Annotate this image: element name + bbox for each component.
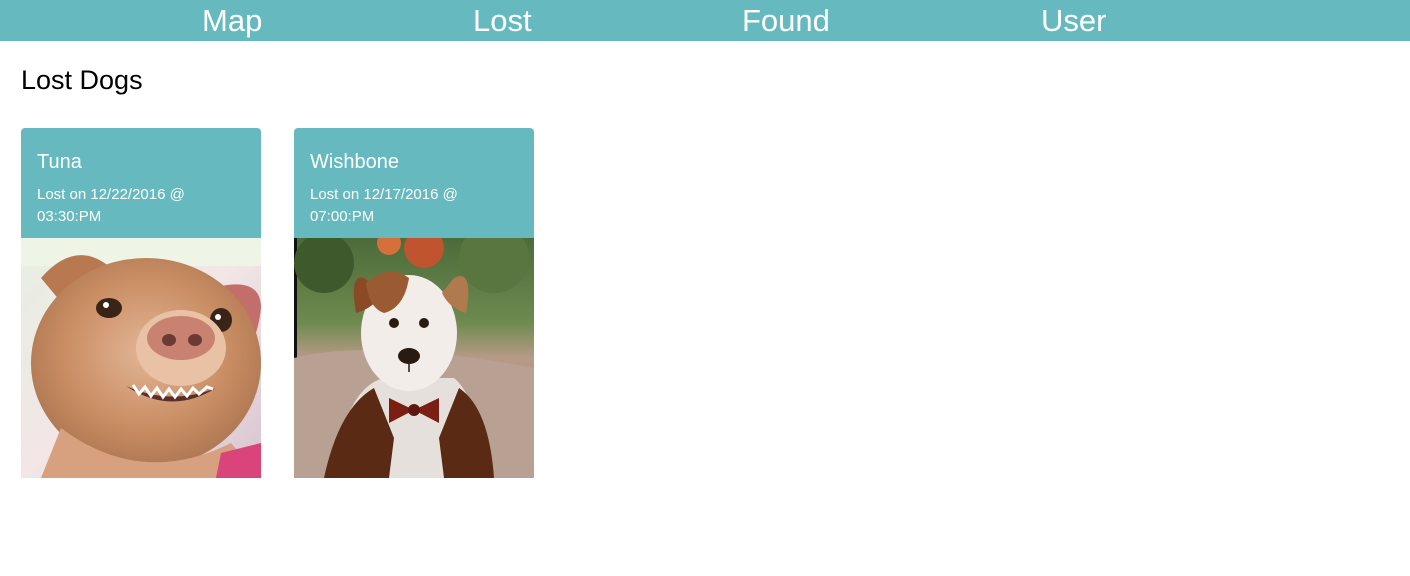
dog-card-header: Tuna Lost on 12/22/2016 @ 03:30:PM — [21, 128, 261, 238]
dog-name: Tuna — [37, 151, 82, 173]
dog-lost-date: Lost on 12/17/2016 @ 07:00:PM — [310, 186, 458, 225]
dog-photo-tuna[interactable] — [21, 238, 261, 478]
dog-name: Wishbone — [310, 151, 399, 173]
dog-card-tuna[interactable]: Tuna Lost on 12/22/2016 @ 03:30:PM — [21, 128, 261, 478]
dog-card-header: Wishbone Lost on 12/17/2016 @ 07:00:PM — [294, 128, 534, 238]
dog-photo-wishbone[interactable] — [294, 238, 534, 478]
page-title: Lost Dogs — [21, 65, 143, 95]
dog-card-wishbone[interactable]: Wishbone Lost on 12/17/2016 @ 07:00:PM — [294, 128, 534, 478]
nav-lost-link[interactable]: Lost — [473, 2, 532, 40]
nav-map-link[interactable]: Map — [202, 2, 262, 40]
nav-found-link[interactable]: Found — [742, 2, 830, 40]
nav-user-link[interactable]: User — [1041, 2, 1106, 40]
top-nav: Map Lost Found User — [0, 0, 1410, 41]
dog-lost-date: Lost on 12/22/2016 @ 03:30:PM — [37, 186, 185, 225]
